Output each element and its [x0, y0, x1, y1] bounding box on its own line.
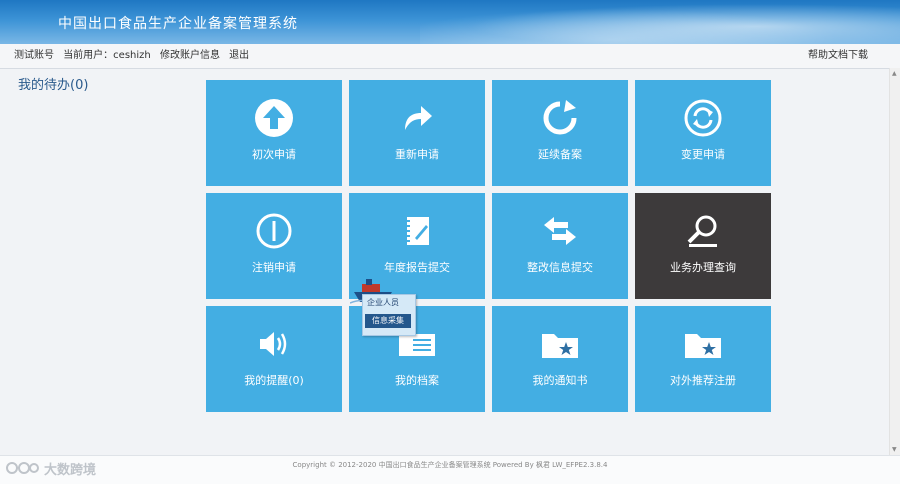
my-todo-link[interactable]: 我的待办(0)	[18, 74, 88, 93]
staff-info-line2: 信息采集	[365, 314, 411, 328]
tile-business-query[interactable]: 业务办理查询	[635, 193, 771, 299]
staff-info-card[interactable]: 企业人员 信息采集	[362, 294, 416, 336]
vertical-scrollbar[interactable]: ▲ ▼	[889, 68, 900, 455]
tile-my-notices[interactable]: 我的通知书	[492, 306, 628, 412]
copyright-text: Copyright © 2012-2020 中国出口食品生产企业备案管理系统 P…	[292, 461, 608, 469]
edit-account-link[interactable]: 修改账户信息	[160, 50, 220, 61]
scroll-up-icon[interactable]: ▲	[892, 70, 897, 77]
tile-label: 变更申请	[681, 148, 725, 161]
magnifier-icon	[683, 211, 723, 251]
exchange-arrows-icon	[540, 211, 580, 251]
tile-external-recommendation[interactable]: 对外推荐注册	[635, 306, 771, 412]
tile-initial-application[interactable]: 初次申请	[206, 80, 342, 186]
refresh-icon	[540, 98, 580, 138]
watermark: 大数跨境	[6, 457, 96, 479]
watermark-text: 大数跨境	[44, 462, 97, 478]
staff-info-line1: 企业人员	[367, 298, 399, 307]
tile-label: 我的通知书	[532, 374, 588, 387]
watermark-logo-icon	[6, 462, 39, 474]
logout-link[interactable]: 退出	[229, 50, 249, 61]
tile-label: 整改信息提交	[527, 261, 593, 274]
header-cloud-decoration	[420, 0, 900, 44]
staff-info-collection-widget[interactable]: 企业人员 信息采集	[349, 276, 416, 336]
help-doc-download-link[interactable]: 帮助文档下载	[808, 50, 868, 61]
arrow-up-circle-icon	[254, 98, 294, 138]
folder-star-icon	[683, 324, 723, 364]
power-icon	[254, 211, 294, 251]
tile-cancel-application[interactable]: 注销申请	[206, 193, 342, 299]
tile-label: 延续备案	[538, 148, 582, 161]
redo-arrow-icon	[397, 98, 437, 138]
app-title: 中国出口食品生产企业备案管理系统	[58, 16, 298, 32]
notebook-icon	[397, 211, 437, 251]
user-toolbar: 测试账号 当前用户：ceshizh 修改账户信息 退出 帮助文档下载	[0, 44, 900, 69]
tile-rectification-submit[interactable]: 整改信息提交	[492, 193, 628, 299]
tile-label: 重新申请	[395, 148, 439, 161]
tile-label: 我的提醒(0)	[244, 374, 304, 387]
footer: Copyright © 2012-2020 中国出口食品生产企业备案管理系统 P…	[0, 455, 900, 484]
speaker-icon	[254, 324, 294, 364]
tile-label: 年度报告提交	[384, 261, 450, 274]
folder-star-icon	[540, 324, 580, 364]
sync-circle-icon	[683, 98, 723, 138]
tile-label: 注销申请	[252, 261, 296, 274]
tile-label: 业务办理查询	[670, 261, 736, 274]
tile-extend-filing[interactable]: 延续备案	[492, 80, 628, 186]
tile-label: 初次申请	[252, 148, 296, 161]
current-user-label: 当前用户：ceshizh	[63, 50, 151, 61]
tile-my-reminders[interactable]: 我的提醒(0)	[206, 306, 342, 412]
function-tile-grid: 初次申请 重新申请 延续备案 变更申请 注销申请 年度报告提交 整改信息提交 业…	[206, 80, 771, 412]
tile-label: 我的档案	[395, 374, 439, 387]
account-label: 测试账号	[14, 50, 54, 61]
app-header: 中国出口食品生产企业备案管理系统	[0, 0, 900, 44]
tile-reapply[interactable]: 重新申请	[349, 80, 485, 186]
tile-label: 对外推荐注册	[670, 374, 736, 387]
tile-change-application[interactable]: 变更申请	[635, 80, 771, 186]
scroll-down-icon[interactable]: ▼	[892, 446, 897, 453]
